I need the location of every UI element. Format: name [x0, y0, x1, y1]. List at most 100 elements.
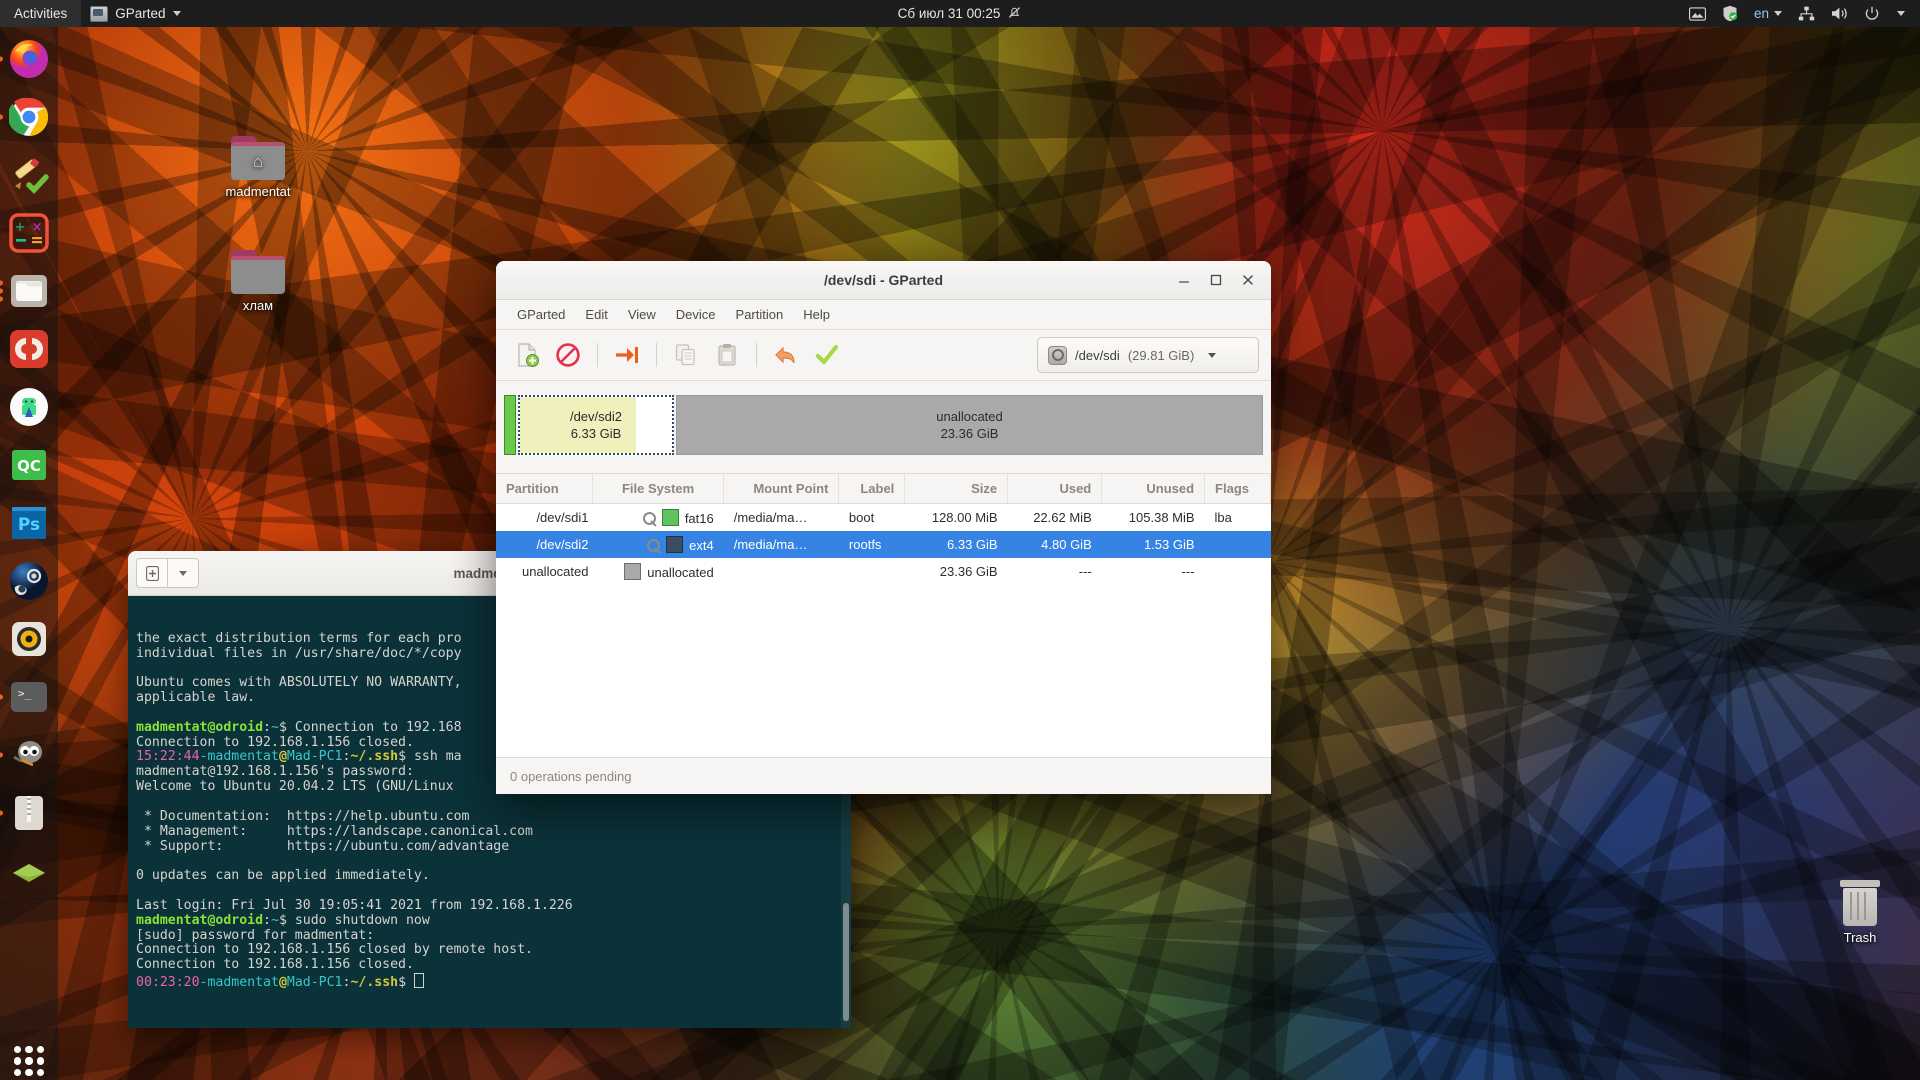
cell-mount-point: /media/ma… [733, 537, 808, 552]
desktop-icon-label: Trash [1843, 930, 1877, 945]
apply-button[interactable] [808, 336, 846, 374]
dock-item-archive-manager[interactable] [0, 791, 51, 835]
delete-partition-button[interactable] [549, 336, 587, 374]
app-menu-gparted[interactable]: GParted [81, 0, 189, 27]
dock-item-audio[interactable] [7, 617, 51, 661]
cell-filesystem: unallocated [592, 558, 723, 585]
partition-table-area[interactable]: Partition File System Mount Point Label Size… [496, 474, 1271, 758]
cell-partition: /dev/sdi1 [536, 510, 589, 525]
graphic-labels: unallocated 23.36 GiB [936, 408, 1003, 442]
show-applications-button[interactable] [14, 1046, 44, 1076]
dock-item-gimp[interactable] [0, 733, 51, 777]
copy-button[interactable] [667, 336, 705, 374]
toolbar-divider [597, 343, 598, 367]
terminal-text-span: ~ [271, 719, 279, 735]
dock-item-android-studio[interactable] [7, 385, 51, 429]
keyboard-layout-button[interactable]: en [1747, 0, 1789, 27]
shield-check-icon[interactable] [1715, 0, 1745, 27]
column-header-label[interactable]: Label [838, 474, 906, 504]
new-tab-button[interactable] [136, 558, 168, 588]
volume-icon[interactable] [1824, 0, 1856, 27]
cell-size: 23.36 GiB [939, 564, 998, 579]
terminal-line: * Support: https://ubuntu.com/advantage [136, 838, 851, 855]
gparted-toolbar: /dev/sdi (29.81 GiB) [496, 330, 1271, 381]
device-combo-size: (29.81 GiB) [1127, 347, 1195, 363]
dock-item-firefox[interactable] [0, 37, 51, 81]
dock-item-ubuntu-software[interactable] [7, 849, 51, 893]
activities-label: Activities [14, 6, 68, 21]
desktop-icon-hlam[interactable]: хлам [210, 250, 306, 313]
tab-menu-button[interactable] [168, 558, 199, 588]
table-row[interactable]: unallocated unallocated 23.36 GiB --- --- [496, 558, 1271, 585]
svg-text:+: + [15, 220, 26, 235]
window-controls [1169, 261, 1263, 299]
clock-area: Сб июл 31 00:25 [0, 0, 1920, 27]
device-selector-combo[interactable]: /dev/sdi (29.81 GiB) [1037, 337, 1259, 373]
column-header-unused[interactable]: Unused [1101, 474, 1206, 504]
terminal-text-span: * Support: https://ubuntu.com/advantage [136, 838, 510, 854]
filesystem-label: fat16 [684, 511, 714, 526]
new-partition-button[interactable] [508, 336, 546, 374]
terminal-text-span: * Documentation: https://help.ubuntu.com [136, 808, 470, 824]
dock-item-steam[interactable] [7, 559, 51, 603]
grid-dot [36, 1057, 44, 1065]
clock-button[interactable]: Сб июл 31 00:25 [889, 0, 1032, 27]
desktop-icon-label: хлам [242, 298, 274, 313]
dock-item-chrome[interactable] [0, 95, 51, 139]
dock-item-dc[interactable] [7, 327, 51, 371]
maximize-button[interactable] [1201, 265, 1231, 295]
dock-item-text-editor[interactable] [7, 153, 51, 197]
chevron-down-icon [1774, 11, 1782, 16]
terminal-text-span: : [263, 719, 271, 735]
gparted-titlebar[interactable]: /dev/sdi - GParted [496, 261, 1271, 300]
column-header-file-system[interactable]: File System [592, 474, 725, 504]
terminal-text-span: @ [278, 749, 287, 765]
menu-edit[interactable]: Edit [576, 304, 616, 325]
gparted-menubar: GParted Edit View Device Partition Help [496, 300, 1271, 330]
network-icon[interactable] [1791, 0, 1822, 27]
dock-item-qc[interactable]: QC [7, 443, 51, 487]
gparted-window: /dev/sdi - GParted GParted Edit View Device… [496, 261, 1271, 794]
paste-button[interactable] [708, 336, 746, 374]
menu-device[interactable]: Device [667, 304, 725, 325]
dock-item-calculator[interactable]: + × [7, 211, 51, 255]
power-icon[interactable] [1858, 0, 1886, 27]
scrollbar-thumb[interactable] [843, 903, 849, 1021]
undo-button[interactable] [767, 336, 805, 374]
graphic-partition-name: unallocated [936, 409, 1003, 424]
desktop-icon-home[interactable]: ⌂ madmentat [210, 136, 306, 199]
cell-used: 4.80 GiB [1041, 537, 1092, 552]
graphic-partition-unallocated[interactable]: unallocated 23.36 GiB [676, 395, 1263, 455]
menu-gparted[interactable]: GParted [508, 304, 574, 325]
resize-move-button[interactable] [608, 336, 646, 374]
desktop-icon-trash[interactable]: Trash [1812, 880, 1908, 945]
cell-label: boot [848, 510, 875, 525]
menu-partition[interactable]: Partition [727, 304, 793, 325]
desktop-icon-label: madmentat [225, 184, 291, 199]
system-menu-chevron[interactable] [1888, 0, 1914, 27]
dock-item-files[interactable] [0, 269, 51, 313]
menu-help[interactable]: Help [794, 304, 839, 325]
column-header-mount-point[interactable]: Mount Point [723, 474, 840, 504]
terminal-text-span: madmentat [207, 749, 279, 765]
close-button[interactable] [1233, 265, 1263, 295]
terminal-text-span: Connection to 192.168.1.156 closed by re… [136, 942, 533, 958]
column-header-flags[interactable]: Flags [1204, 474, 1271, 504]
column-header-partition[interactable]: Partition [496, 474, 593, 504]
graphic-partition-sdi2[interactable]: /dev/sdi2 6.33 GiB [518, 395, 674, 455]
column-header-used[interactable]: Used [1007, 474, 1103, 504]
cell-partition: unallocated [521, 564, 589, 579]
grid-dot [14, 1068, 22, 1076]
menu-view[interactable]: View [619, 304, 665, 325]
table-row[interactable]: /dev/sdi2 ext4/media/ma… rootfs 6.33 GiB 4.8… [496, 531, 1271, 558]
cell-mount-point: /media/ma… [733, 510, 808, 525]
gparted-icon [90, 5, 109, 22]
dock-item-terminal[interactable]: >_ [0, 675, 51, 719]
table-row[interactable]: /dev/sdi1 fat16/media/ma… boot 128.00 MiB 22… [496, 504, 1271, 532]
activities-button[interactable]: Activities [0, 0, 82, 27]
minimize-button[interactable] [1169, 265, 1199, 295]
dock-item-photoshop[interactable]: Ps [7, 501, 51, 545]
screencast-icon[interactable] [1682, 0, 1713, 27]
column-header-size[interactable]: Size [904, 474, 1009, 504]
